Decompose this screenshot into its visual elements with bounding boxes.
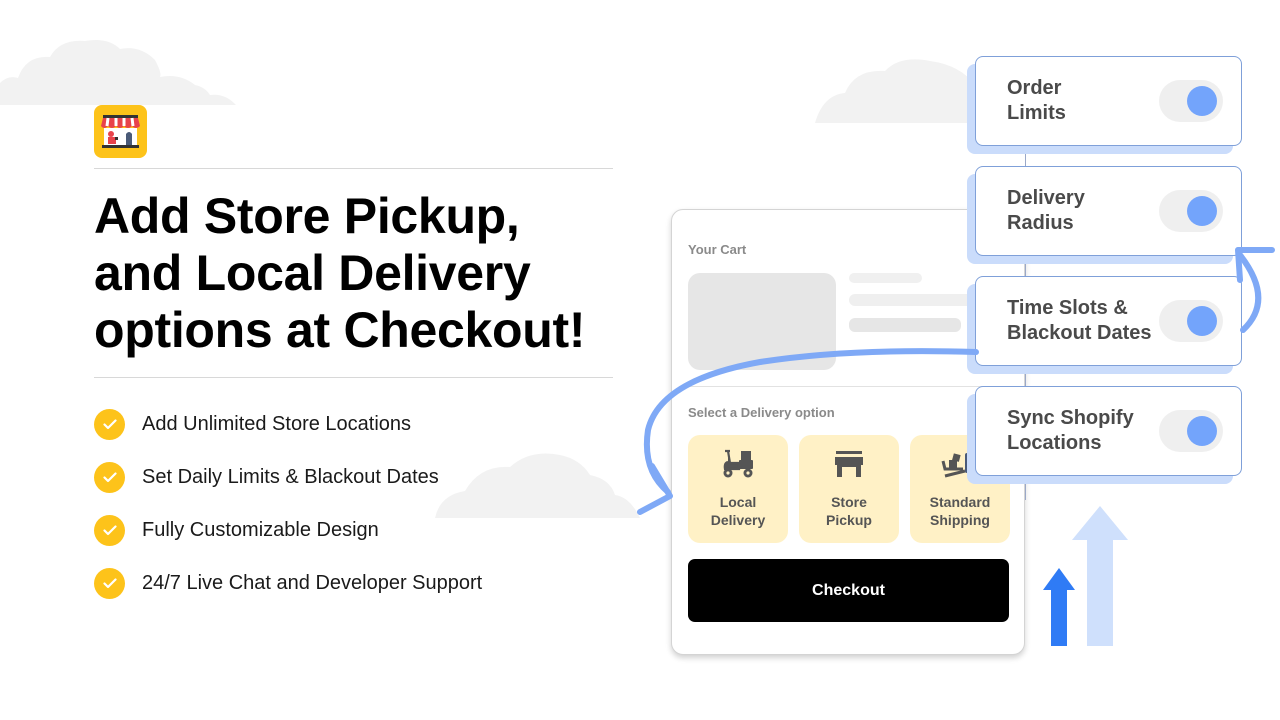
- check-circle-icon: [94, 568, 125, 599]
- up-arrow-light-icon: [1072, 506, 1128, 646]
- store-icon: [834, 447, 864, 481]
- headline-line: and Local Delivery: [94, 245, 531, 301]
- setting-card-delivery-radius: Delivery Radius: [975, 166, 1242, 256]
- checkout-button[interactable]: Checkout: [688, 559, 1009, 622]
- setting-label: Sync Shopify Locations: [1007, 407, 1134, 454]
- option-label: Store Pickup: [826, 494, 872, 528]
- setting-card-time-slots: Time Slots & Blackout Dates: [975, 276, 1242, 366]
- arrow-head: [1235, 247, 1275, 283]
- feature-label: Set Daily Limits & Blackout Dates: [142, 466, 439, 488]
- curved-arrow-up: [1237, 252, 1262, 333]
- setting-card-order-limits: Order Limits: [975, 56, 1242, 146]
- delivery-option-store-pickup[interactable]: Store Pickup: [799, 435, 899, 543]
- storefront-icon: [101, 115, 140, 148]
- delivery-radius-toggle[interactable]: [1159, 190, 1223, 232]
- setting-card-sync-shopify: Sync Shopify Locations: [975, 386, 1242, 476]
- toggle-knob: [1187, 86, 1217, 116]
- cloud-decoration: [815, 59, 975, 123]
- setting-label: Delivery Radius: [1007, 187, 1085, 234]
- toggle-knob: [1187, 416, 1217, 446]
- time-slots-toggle[interactable]: [1159, 300, 1223, 342]
- scooter-icon: [721, 447, 755, 481]
- check-circle-icon: [94, 515, 125, 546]
- feature-item: Set Daily Limits & Blackout Dates: [94, 461, 482, 494]
- divider: [94, 377, 613, 378]
- text-placeholder: [849, 318, 961, 332]
- feature-label: Add Unlimited Store Locations: [142, 413, 412, 435]
- cart-title: Your Cart: [688, 242, 747, 257]
- feature-list: Add Unlimited Store Locations Set Daily …: [94, 408, 482, 620]
- option-label: Standard Shipping: [929, 494, 991, 528]
- setting-label: Order Limits: [1007, 77, 1066, 124]
- divider: [94, 168, 613, 169]
- headline-line: Add Store Pickup,: [94, 188, 520, 244]
- app-logo: [94, 105, 147, 158]
- feature-item: Fully Customizable Design: [94, 514, 482, 547]
- text-placeholder: [849, 294, 979, 306]
- text-placeholder: [849, 273, 922, 283]
- delivery-options: Local Delivery Store Pickup Standard Shi…: [688, 435, 1010, 543]
- delivery-option-local-delivery[interactable]: Local Delivery: [688, 435, 788, 543]
- check-circle-icon: [94, 462, 125, 493]
- headline-line: options at Checkout!: [94, 302, 586, 358]
- order-limits-toggle[interactable]: [1159, 80, 1223, 122]
- option-label: Local Delivery: [710, 494, 766, 528]
- feature-label: Fully Customizable Design: [142, 519, 379, 541]
- delivery-option-heading: Select a Delivery option: [688, 405, 835, 420]
- feature-item: Add Unlimited Store Locations: [94, 408, 482, 441]
- up-arrow-blue-icon: [1043, 568, 1075, 646]
- cloud-decoration: [0, 40, 236, 105]
- toggle-knob: [1187, 306, 1217, 336]
- sync-shopify-toggle[interactable]: [1159, 410, 1223, 452]
- product-thumbnail-placeholder: [688, 273, 836, 370]
- toggle-knob: [1187, 196, 1217, 226]
- check-circle-icon: [94, 409, 125, 440]
- page-headline: Add Store Pickup, and Local Delivery opt…: [94, 188, 634, 359]
- feature-label: 24/7 Live Chat and Developer Support: [142, 572, 483, 594]
- divider: [688, 386, 1008, 387]
- feature-item: 24/7 Live Chat and Developer Support: [94, 567, 482, 600]
- setting-label: Time Slots & Blackout Dates: [1007, 297, 1152, 344]
